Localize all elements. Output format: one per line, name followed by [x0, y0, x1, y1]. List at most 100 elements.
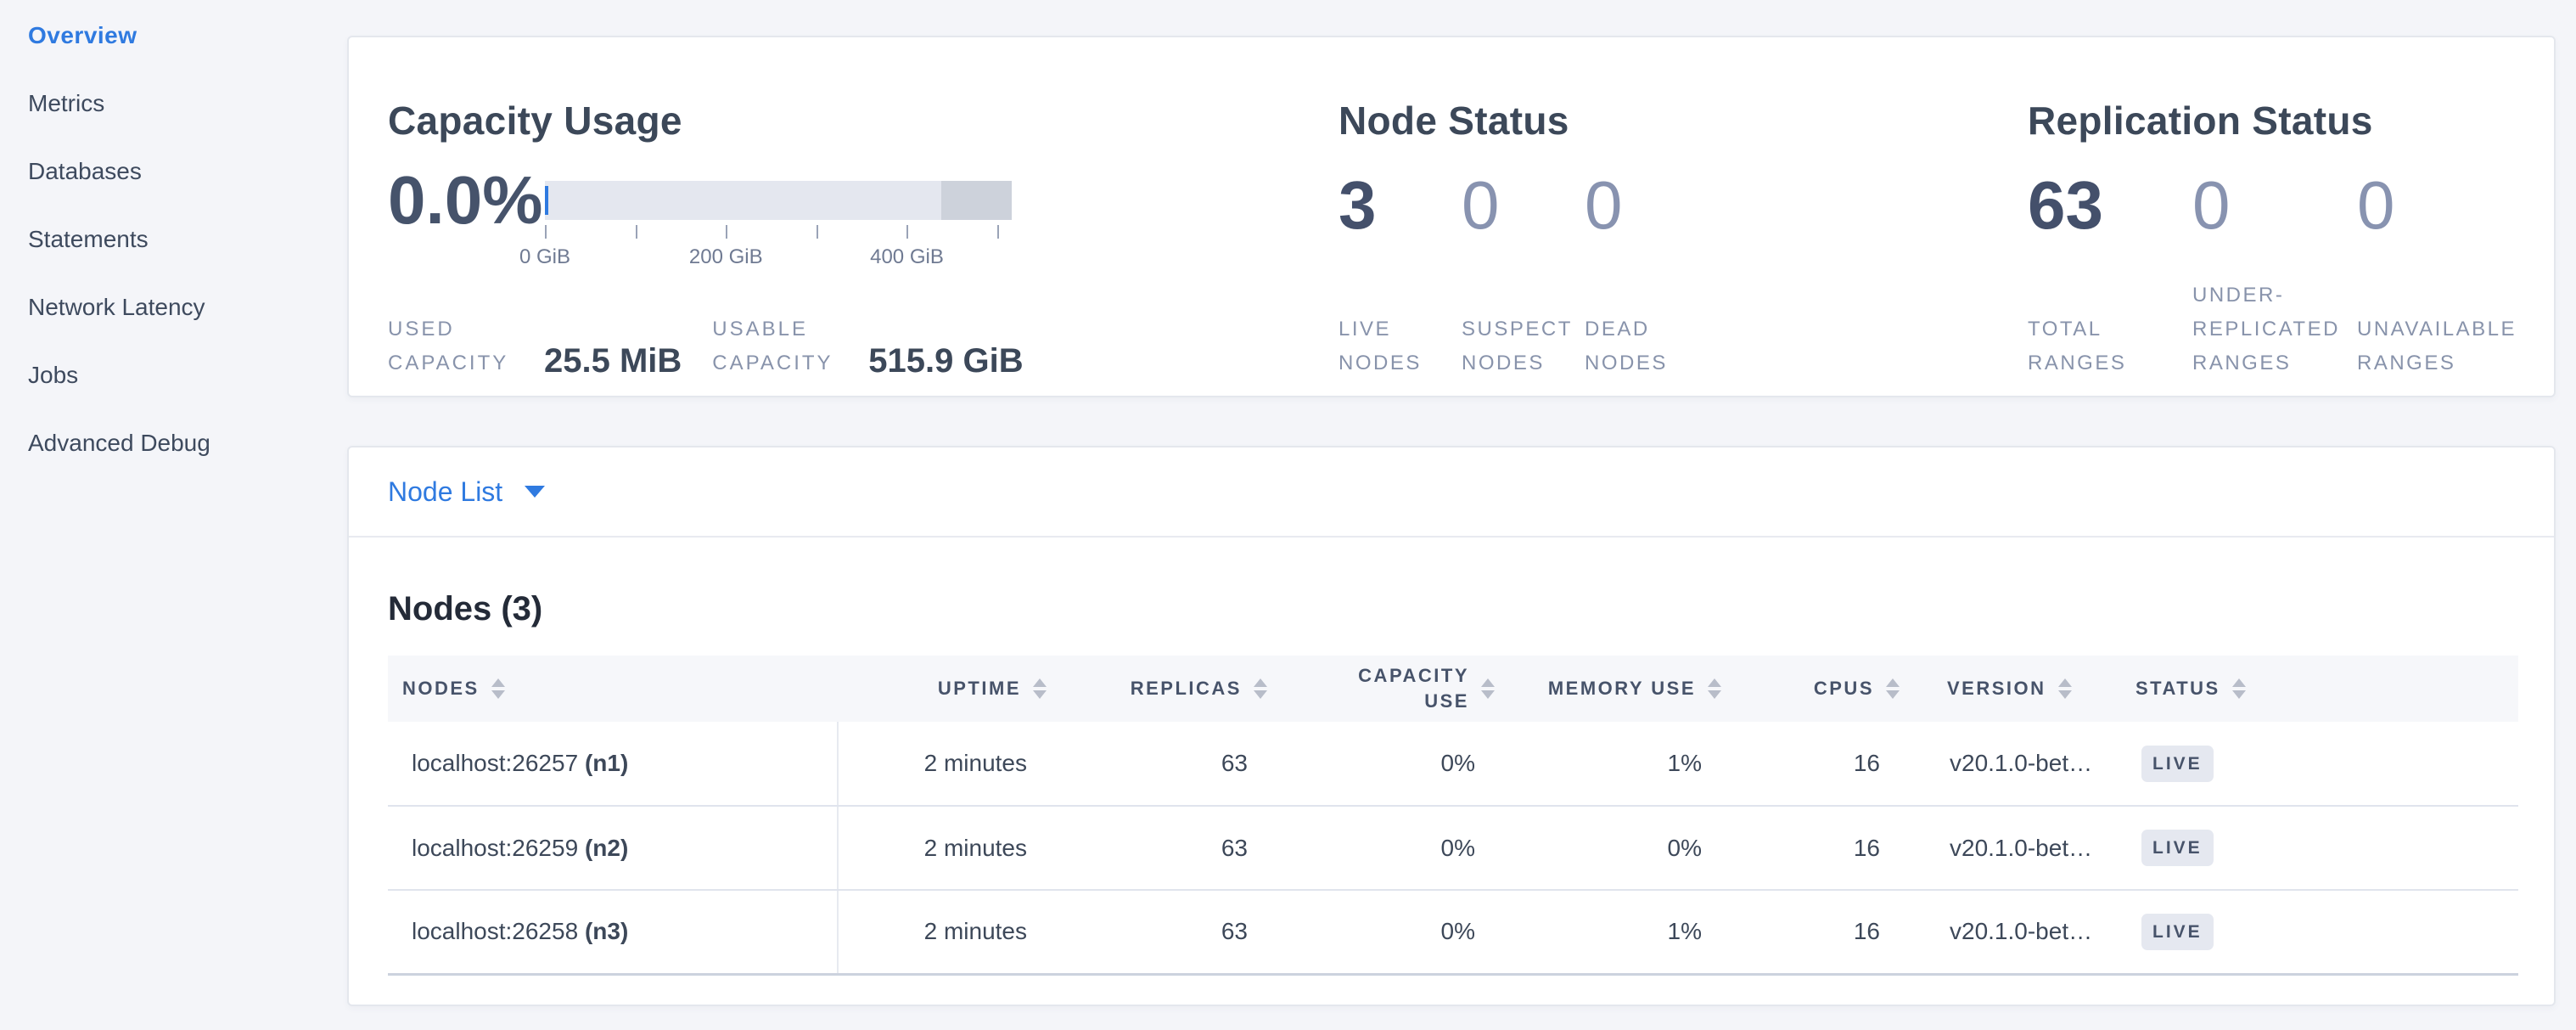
cpus-cell: 16 — [1729, 722, 1907, 806]
sidebar-item-statements[interactable]: Statements — [0, 227, 347, 252]
total-ranges-label: TOTAL RANGES — [2028, 312, 2192, 380]
capacity-bar-secondary-segment — [941, 181, 1012, 220]
suspect-nodes-label: SUSPECT NODES — [1462, 312, 1585, 380]
sort-icon — [1254, 678, 1267, 699]
cpus-cell: 16 — [1729, 890, 1907, 974]
uptime-cell: 2 minutes — [838, 722, 1054, 806]
node-status-section: Node Status 3 0 0 LIVE NODES SUSPECT NOD… — [1339, 37, 1933, 396]
replicas-cell: 63 — [1054, 890, 1275, 974]
table-row[interactable]: localhost:26257 (n1) 2 minutes 63 0% 1% … — [388, 722, 2518, 806]
replicas-cell: 63 — [1054, 806, 1275, 890]
dead-nodes-value: 0 — [1585, 166, 1708, 245]
used-capacity-value: 25.5 MiB — [544, 341, 682, 380]
node-status-title: Node Status — [1339, 97, 1933, 144]
column-header-uptime[interactable]: UPTIME — [838, 656, 1054, 722]
sidebar-item-databases[interactable]: Databases — [0, 159, 347, 184]
memory-use-cell: 1% — [1502, 890, 1729, 974]
column-header-replicas[interactable]: REPLICAS — [1054, 656, 1275, 722]
total-ranges-value: 63 — [2028, 166, 2192, 245]
live-nodes-value: 3 — [1339, 166, 1462, 245]
replication-labels: TOTAL RANGES UNDER-REPLICATED RANGES UNA… — [2028, 279, 2554, 380]
nodes-table: NODES UPTIME REPLICAS CAPACITY USE M — [388, 656, 2518, 976]
column-header-label: VERSION — [1947, 678, 2046, 700]
column-header-version[interactable]: VERSION — [1907, 656, 2128, 722]
node-id: (n3) — [585, 918, 628, 944]
capacity-usage-section: Capacity Usage 0.0% 0 GiB 200 GiB 400 Gi… — [388, 37, 1305, 396]
node-list-dropdown[interactable]: Node List — [349, 447, 2554, 538]
node-address: localhost:26258 — [412, 918, 578, 944]
column-header-label: STATUS — [2135, 678, 2220, 700]
column-header-label: CPUS — [1814, 678, 1874, 700]
used-capacity-label: USED CAPACITY — [388, 312, 534, 380]
axis-tick — [817, 225, 818, 239]
replication-status-title: Replication Status — [2028, 97, 2554, 144]
column-header-label: MEMORY USE — [1548, 678, 1696, 700]
table-row[interactable]: localhost:26259 (n2) 2 minutes 63 0% 0% … — [388, 806, 2518, 890]
status-badge: LIVE — [2141, 746, 2214, 782]
capacity-use-cell: 0% — [1275, 890, 1502, 974]
dead-nodes-label: DEAD NODES — [1585, 312, 1708, 380]
node-address: localhost:26259 — [412, 835, 578, 861]
node-address-cell[interactable]: localhost:26259 (n2) — [388, 806, 838, 890]
column-header-nodes[interactable]: NODES — [388, 656, 838, 722]
sidebar: Overview Metrics Databases Statements Ne… — [0, 0, 347, 1030]
suspect-nodes-value: 0 — [1462, 166, 1585, 245]
axis-tick — [545, 225, 547, 239]
memory-use-cell: 0% — [1502, 806, 1729, 890]
sidebar-item-metrics[interactable]: Metrics — [0, 91, 347, 116]
capacity-use-cell: 0% — [1275, 806, 1502, 890]
under-replicated-ranges-value: 0 — [2192, 166, 2357, 245]
replicas-cell: 63 — [1054, 722, 1275, 806]
node-id: (n1) — [585, 750, 628, 776]
column-header-capacity-use[interactable]: CAPACITY USE — [1275, 656, 1502, 722]
column-header-label: REPLICAS — [1131, 678, 1242, 700]
sidebar-item-overview[interactable]: Overview — [0, 23, 347, 48]
node-address-cell[interactable]: localhost:26257 (n1) — [388, 722, 838, 806]
sort-icon — [491, 678, 505, 699]
axis-tick-label: 0 GiB — [519, 245, 570, 269]
sidebar-item-network-latency[interactable]: Network Latency — [0, 295, 347, 320]
unavailable-ranges-value: 0 — [2357, 166, 2522, 245]
sort-icon — [1481, 678, 1495, 699]
axis-tick-label: 400 GiB — [870, 245, 944, 269]
column-header-cpus[interactable]: CPUS — [1729, 656, 1907, 722]
version-cell: v20.1.0-bet… — [1907, 890, 2128, 974]
uptime-cell: 2 minutes — [838, 890, 1054, 974]
version-cell: v20.1.0-bet… — [1907, 806, 2128, 890]
replication-status-section: Replication Status 63 0 0 TOTAL RANGES U… — [2028, 37, 2554, 396]
status-cell: LIVE — [2128, 722, 2518, 806]
node-id: (n2) — [585, 835, 628, 861]
usable-capacity-value: 515.9 GiB — [868, 341, 1023, 380]
capacity-stats: USED CAPACITY 25.5 MiB USABLE CAPACITY 5… — [388, 312, 1305, 380]
table-header-row: NODES UPTIME REPLICAS CAPACITY USE M — [388, 656, 2518, 722]
axis-tick — [636, 225, 637, 239]
sidebar-item-jobs[interactable]: Jobs — [0, 363, 347, 388]
live-nodes-label: LIVE NODES — [1339, 312, 1462, 380]
node-list-card: Node List Nodes (3) NODES UPTIME REPLICA… — [347, 446, 2556, 1006]
status-cell: LIVE — [2128, 806, 2518, 890]
column-header-memory-use[interactable]: MEMORY USE — [1502, 656, 1729, 722]
cluster-summary-card: Capacity Usage 0.0% 0 GiB 200 GiB 400 Gi… — [347, 36, 2556, 397]
unavailable-ranges-label: UNAVAILABLE RANGES — [2357, 312, 2522, 380]
axis-tick — [726, 225, 727, 239]
node-address-cell[interactable]: localhost:26258 (n3) — [388, 890, 838, 974]
capacity-gauge: 0.0% 0 GiB 200 GiB 400 GiB — [388, 160, 1305, 241]
sort-icon — [1033, 678, 1047, 699]
capacity-usage-title: Capacity Usage — [388, 97, 1305, 144]
status-cell: LIVE — [2128, 890, 2518, 974]
memory-use-cell: 1% — [1502, 722, 1729, 806]
replication-values: 63 0 0 — [2028, 166, 2554, 245]
capacity-percent-value: 0.0% — [388, 161, 545, 239]
table-row[interactable]: localhost:26258 (n3) 2 minutes 63 0% 1% … — [388, 890, 2518, 974]
sort-icon — [1708, 678, 1721, 699]
sort-icon — [1886, 678, 1900, 699]
axis-tick — [997, 225, 999, 239]
sidebar-item-advanced-debug[interactable]: Advanced Debug — [0, 431, 347, 456]
cpus-cell: 16 — [1729, 806, 1907, 890]
usable-capacity-label: USABLE CAPACITY — [712, 312, 858, 380]
under-replicated-ranges-label: UNDER-REPLICATED RANGES — [2192, 279, 2357, 380]
column-header-status[interactable]: STATUS — [2128, 656, 2518, 722]
capacity-bar-used-marker — [545, 186, 548, 215]
column-header-label: NODES — [402, 678, 480, 700]
status-badge: LIVE — [2141, 914, 2214, 950]
